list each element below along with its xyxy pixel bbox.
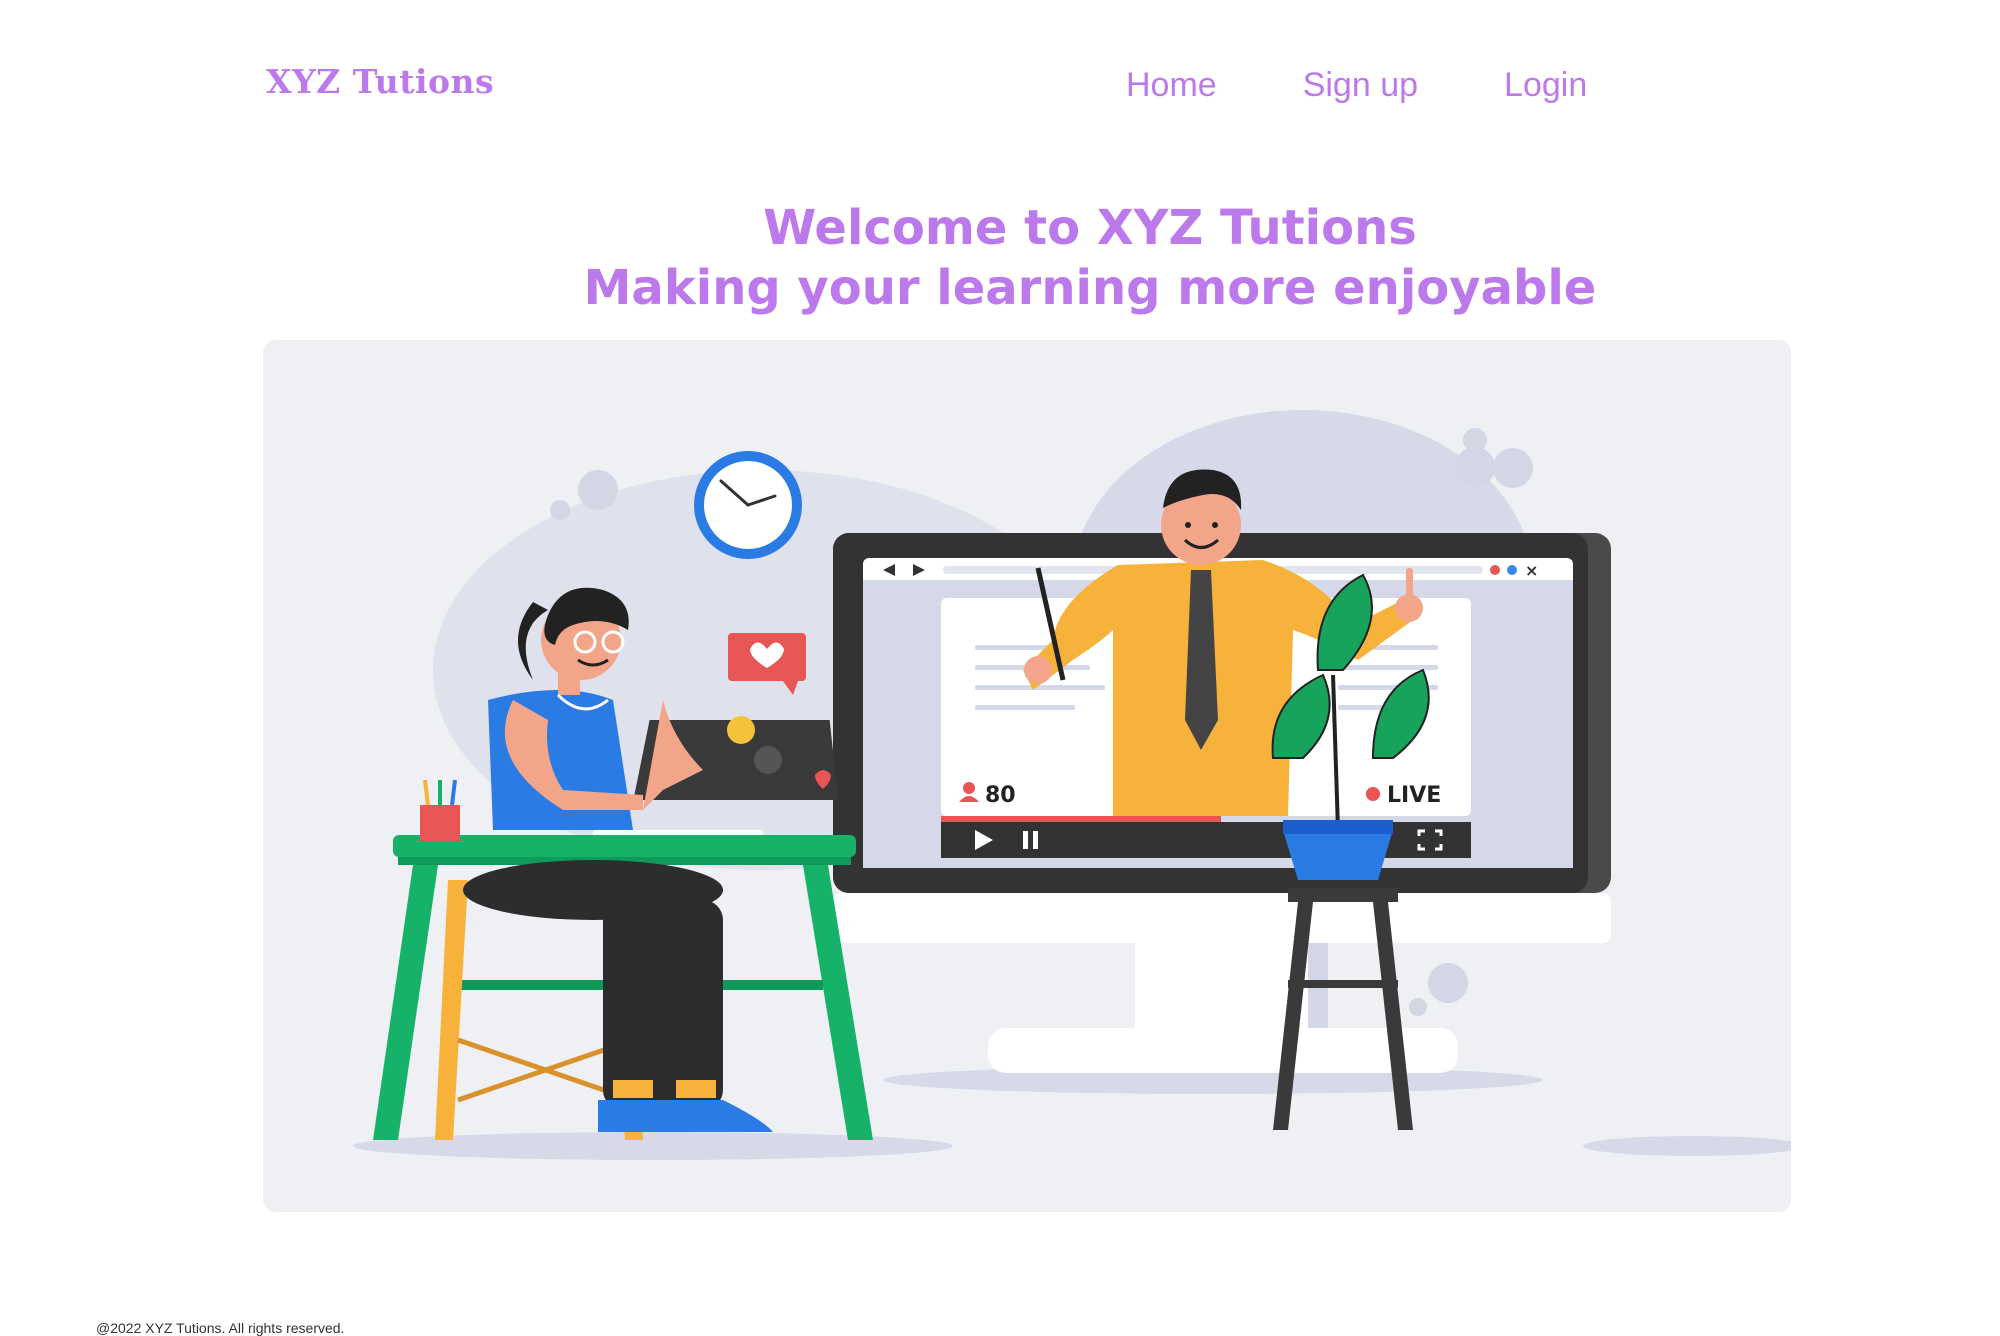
hero-illustration: × 80 LIVE bbox=[263, 340, 1791, 1212]
hero-welcome-heading: Welcome to XYZ Tutions bbox=[763, 200, 1417, 256]
viewer-count: 80 bbox=[985, 783, 1016, 808]
nav-signup-link[interactable]: Sign up bbox=[1303, 66, 1418, 105]
nav-home-link[interactable]: Home bbox=[1126, 66, 1217, 105]
brand-logo[interactable]: XYZ Tutions bbox=[266, 62, 494, 101]
main-nav: Home Sign up Login bbox=[1126, 66, 1587, 105]
live-dot-icon bbox=[1366, 787, 1380, 801]
nav-login-link[interactable]: Login bbox=[1504, 66, 1587, 105]
hero-tagline: Making your learning more enjoyable bbox=[583, 260, 1597, 316]
pause-icon bbox=[1023, 831, 1028, 849]
pencil-cup-icon bbox=[420, 779, 460, 841]
video-progress bbox=[941, 816, 1221, 822]
footer-copyright: @2022 XYZ Tutions. All rights reserved. bbox=[96, 1320, 345, 1336]
live-label: LIVE bbox=[1387, 783, 1441, 808]
clock-icon bbox=[694, 451, 802, 559]
close-icon: × bbox=[1525, 561, 1538, 580]
